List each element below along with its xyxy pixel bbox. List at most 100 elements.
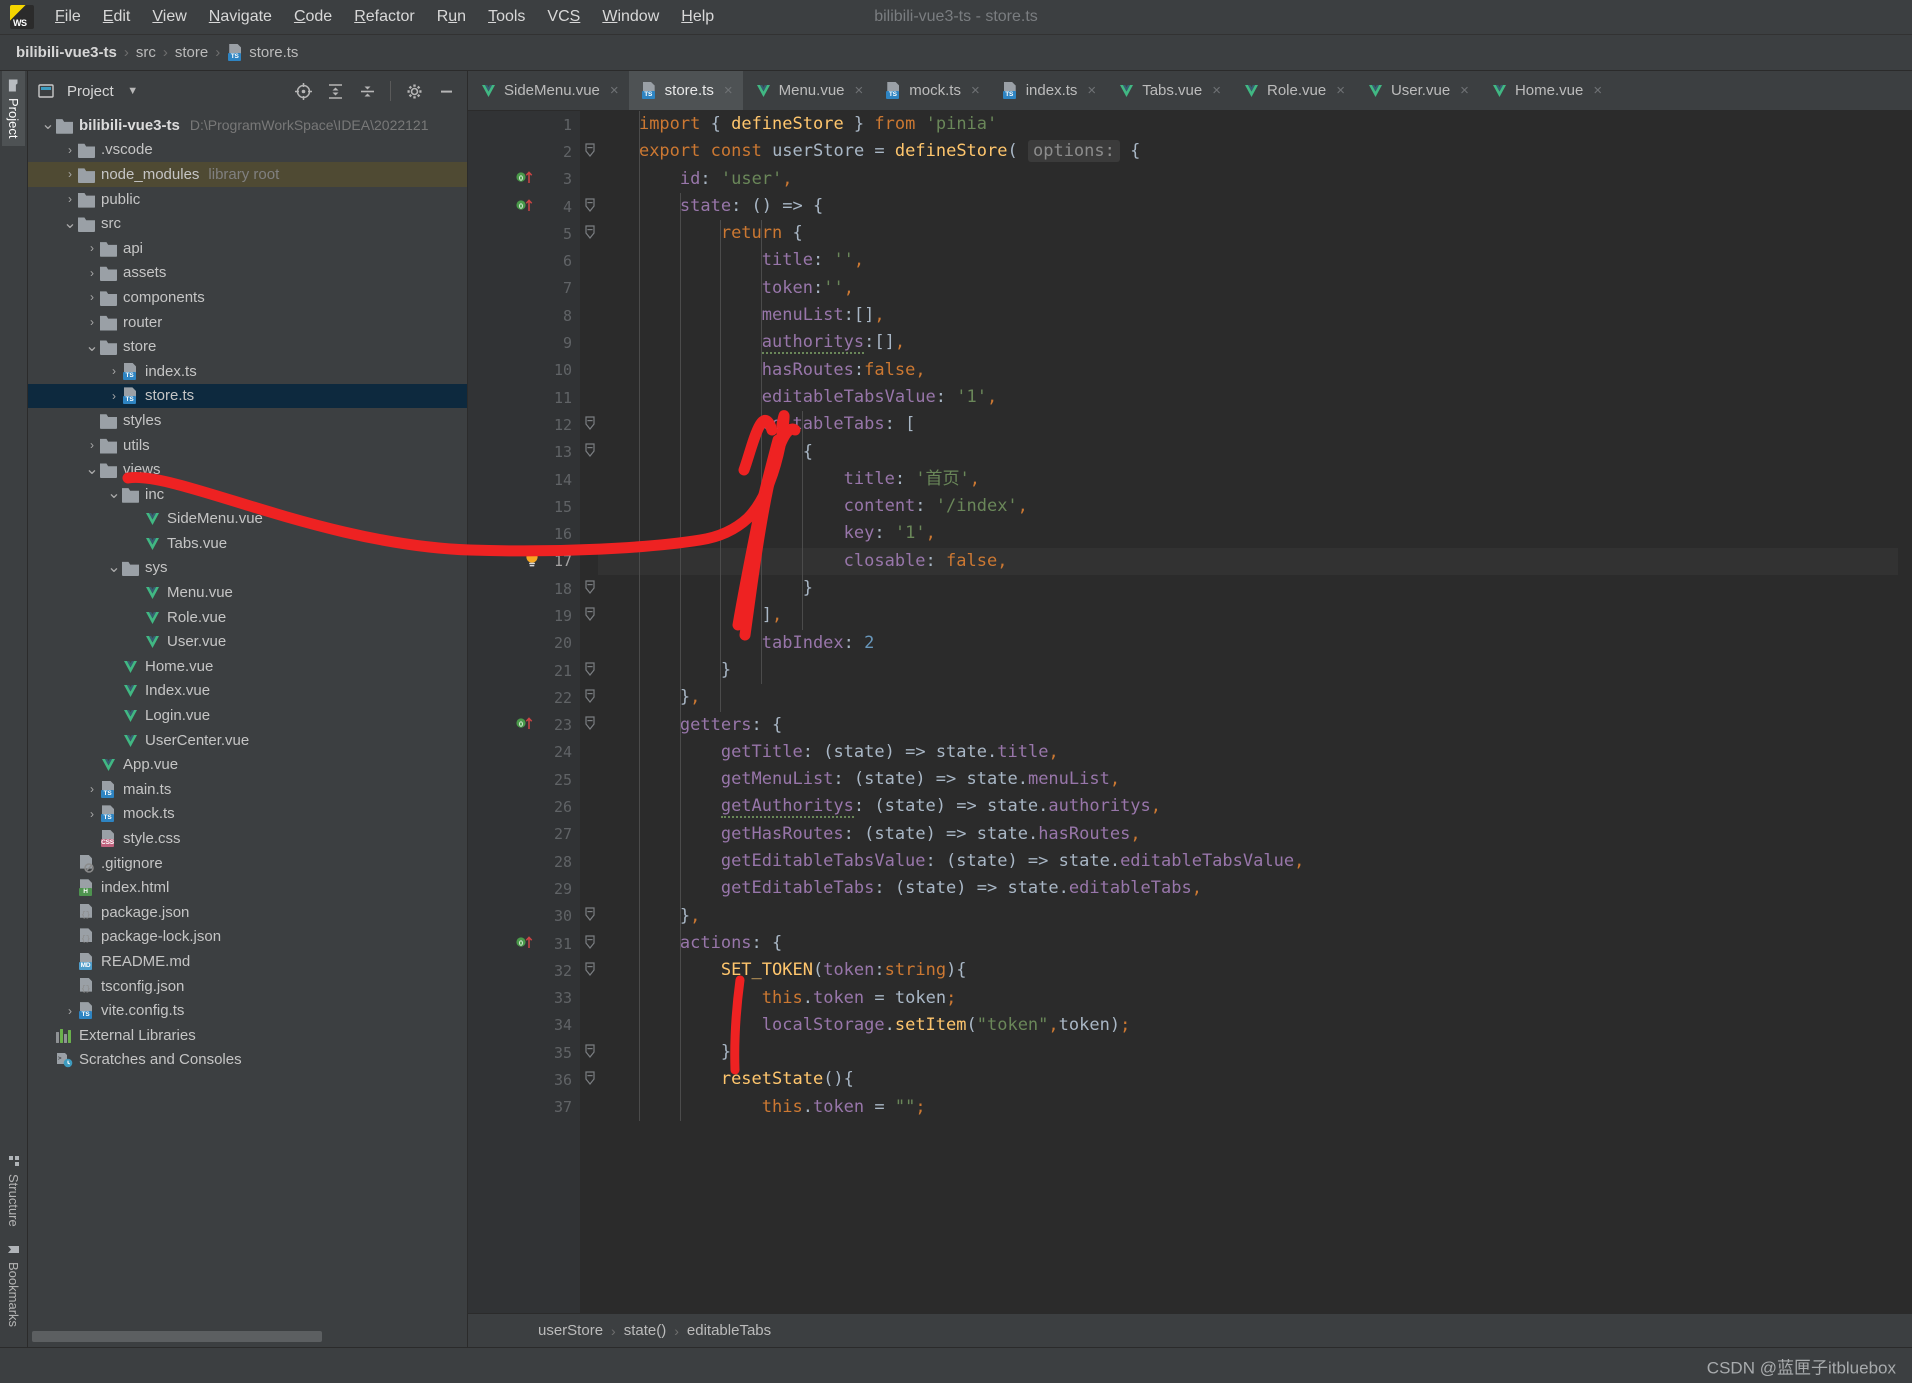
implementation-marker-icon[interactable]: O <box>516 715 536 735</box>
gutter-line[interactable]: 18 <box>478 575 580 602</box>
editor-tab-bar[interactable]: SideMenu.vue×TSstore.ts×Menu.vue×TSmock.… <box>468 71 1912 111</box>
menu-item-tools[interactable]: Tools <box>477 4 536 30</box>
chevron-right-icon[interactable]: › <box>62 167 78 181</box>
gutter-line[interactable]: 5 <box>478 220 580 247</box>
gutter-line[interactable]: 35 <box>478 1039 580 1066</box>
gutter-line[interactable]: 29 <box>478 875 580 902</box>
tree-row[interactable]: ›components <box>28 285 467 310</box>
tree-row[interactable]: ›TSmain.ts <box>28 777 467 802</box>
chevron-right-icon[interactable]: › <box>84 315 100 329</box>
gutter-line[interactable]: 7 <box>478 275 580 302</box>
gutter-line[interactable]: 19 <box>478 602 580 629</box>
structure-crumb-editabletabs[interactable]: editableTabs <box>687 1322 771 1339</box>
gutter-line[interactable]: 34 <box>478 1012 580 1039</box>
code-line[interactable]: return { <box>598 220 1912 247</box>
tree-row[interactable]: Home.vue <box>28 654 467 679</box>
chevron-right-icon[interactable]: › <box>84 290 100 304</box>
intention-bulb-icon[interactable] <box>524 550 540 572</box>
project-horizontal-scrollbar[interactable] <box>28 1325 467 1347</box>
code-line[interactable]: key: '1', <box>598 520 1912 547</box>
tree-row[interactable]: CSSstyle.css <box>28 826 467 851</box>
tree-row[interactable]: UserCenter.vue <box>28 728 467 753</box>
tree-row[interactable]: ⌄views <box>28 457 467 482</box>
collapse-all-icon[interactable] <box>354 78 380 104</box>
code-line[interactable]: state: () => { <box>598 193 1912 220</box>
tree-row[interactable]: ⌄sys <box>28 556 467 581</box>
tree-row[interactable]: ⌄bilibili-vue3-tsD:\ProgramWorkSpace\IDE… <box>28 113 467 138</box>
breadcrumb-item-project[interactable]: bilibili-vue3-ts <box>16 44 117 61</box>
code-line[interactable]: localStorage.setItem("token",token); <box>598 1012 1912 1039</box>
code-line[interactable]: }, <box>598 903 1912 930</box>
tree-row[interactable]: ›public <box>28 187 467 212</box>
chevron-right-icon[interactable]: › <box>84 241 100 255</box>
gutter-line[interactable]: 1 <box>478 111 580 138</box>
chevron-right-icon[interactable]: › <box>84 782 100 796</box>
editor-tab-store-ts[interactable]: TSstore.ts× <box>629 71 743 110</box>
code-line[interactable]: title: '', <box>598 247 1912 274</box>
chevron-right-icon[interactable]: › <box>84 266 100 280</box>
code-line[interactable]: export const userStore = defineStore( op… <box>598 138 1912 165</box>
tree-row[interactable]: App.vue <box>28 752 467 777</box>
close-icon[interactable]: × <box>610 82 619 99</box>
code-line[interactable]: getHasRoutes: (state) => state.hasRoutes… <box>598 821 1912 848</box>
gutter-line[interactable]: 12 <box>478 411 580 438</box>
implementation-marker-icon[interactable]: O <box>516 197 536 217</box>
chevron-down-icon[interactable]: ⌄ <box>106 564 122 572</box>
code-line[interactable]: this.token = ""; <box>598 1094 1912 1121</box>
code-line[interactable]: authoritys:[], <box>598 329 1912 356</box>
chevron-down-icon[interactable]: ⌄ <box>40 121 56 129</box>
tree-row[interactable]: ⌄store <box>28 334 467 359</box>
editor-tab-index-ts[interactable]: TSindex.ts× <box>990 71 1106 110</box>
menu-item-navigate[interactable]: Navigate <box>198 4 283 30</box>
gutter-line[interactable]: 21 <box>478 657 580 684</box>
chevron-down-icon[interactable]: ⌄ <box>106 490 122 498</box>
editor-tab-tabs-vue[interactable]: Tabs.vue× <box>1106 71 1231 110</box>
gutter-line[interactable]: 22 <box>478 684 580 711</box>
chevron-down-icon[interactable]: ⌄ <box>84 466 100 474</box>
tree-row[interactable]: ›TSmock.ts <box>28 802 467 827</box>
close-icon[interactable]: × <box>1336 82 1345 99</box>
tree-row[interactable]: ⌄inc <box>28 482 467 507</box>
gutter-line[interactable]: 11 <box>478 384 580 411</box>
tree-row[interactable]: MDREADME.md <box>28 949 467 974</box>
gutter-line[interactable]: 36 <box>478 1066 580 1093</box>
rail-button-bookmarks[interactable]: Bookmarks <box>2 1235 25 1335</box>
chevron-down-icon[interactable]: ⌄ <box>62 220 78 228</box>
gutter-line[interactable]: 32 <box>478 957 580 984</box>
gutter-line[interactable]: 8 <box>478 302 580 329</box>
code-line[interactable]: getEditableTabsValue: (state) => state.e… <box>598 848 1912 875</box>
code-line[interactable]: tabIndex: 2 <box>598 630 1912 657</box>
code-line[interactable]: getTitle: (state) => state.title, <box>598 739 1912 766</box>
gutter-line[interactable]: 13 <box>478 439 580 466</box>
chevron-right-icon[interactable]: › <box>84 438 100 452</box>
tree-row[interactable]: External Libraries <box>28 1023 467 1048</box>
editor-tab-mock-ts[interactable]: TSmock.ts× <box>873 71 989 110</box>
close-icon[interactable]: × <box>1593 82 1602 99</box>
tree-row[interactable]: Role.vue <box>28 605 467 630</box>
tree-row[interactable]: User.vue <box>28 629 467 654</box>
tree-row[interactable]: ›.vscode <box>28 138 467 163</box>
code-line[interactable]: title: '首页', <box>598 466 1912 493</box>
code-line[interactable]: import { defineStore } from 'pinia' <box>598 111 1912 138</box>
select-opened-file-icon[interactable] <box>290 78 316 104</box>
tree-row[interactable]: ›node_moduleslibrary root <box>28 162 467 187</box>
tree-row[interactable]: ⌄src <box>28 211 467 236</box>
close-icon[interactable]: × <box>724 82 733 99</box>
chevron-right-icon[interactable]: › <box>62 1004 78 1018</box>
chevron-down-icon[interactable]: ▼ <box>120 78 146 104</box>
editor-tab-sidemenu-vue[interactable]: SideMenu.vue× <box>468 71 629 110</box>
menu-item-vcs[interactable]: VCS <box>536 4 591 30</box>
code-line[interactable]: content: '/index', <box>598 493 1912 520</box>
rail-button-structure[interactable]: Structure <box>2 1147 25 1235</box>
tree-row[interactable]: {}package.json <box>28 900 467 925</box>
gutter-line[interactable]: 14 <box>478 466 580 493</box>
breadcrumb-item-file[interactable]: store.ts <box>249 44 298 61</box>
code-line[interactable]: } <box>598 575 1912 602</box>
menu-item-view[interactable]: View <box>141 4 197 30</box>
tree-row[interactable]: Login.vue <box>28 703 467 728</box>
tree-row[interactable]: ›router <box>28 310 467 335</box>
project-tree[interactable]: ⌄bilibili-vue3-tsD:\ProgramWorkSpace\IDE… <box>28 111 467 1325</box>
gutter-line[interactable]: 27 <box>478 821 580 848</box>
chevron-right-icon[interactable]: › <box>106 364 122 378</box>
code-line[interactable]: } <box>598 657 1912 684</box>
